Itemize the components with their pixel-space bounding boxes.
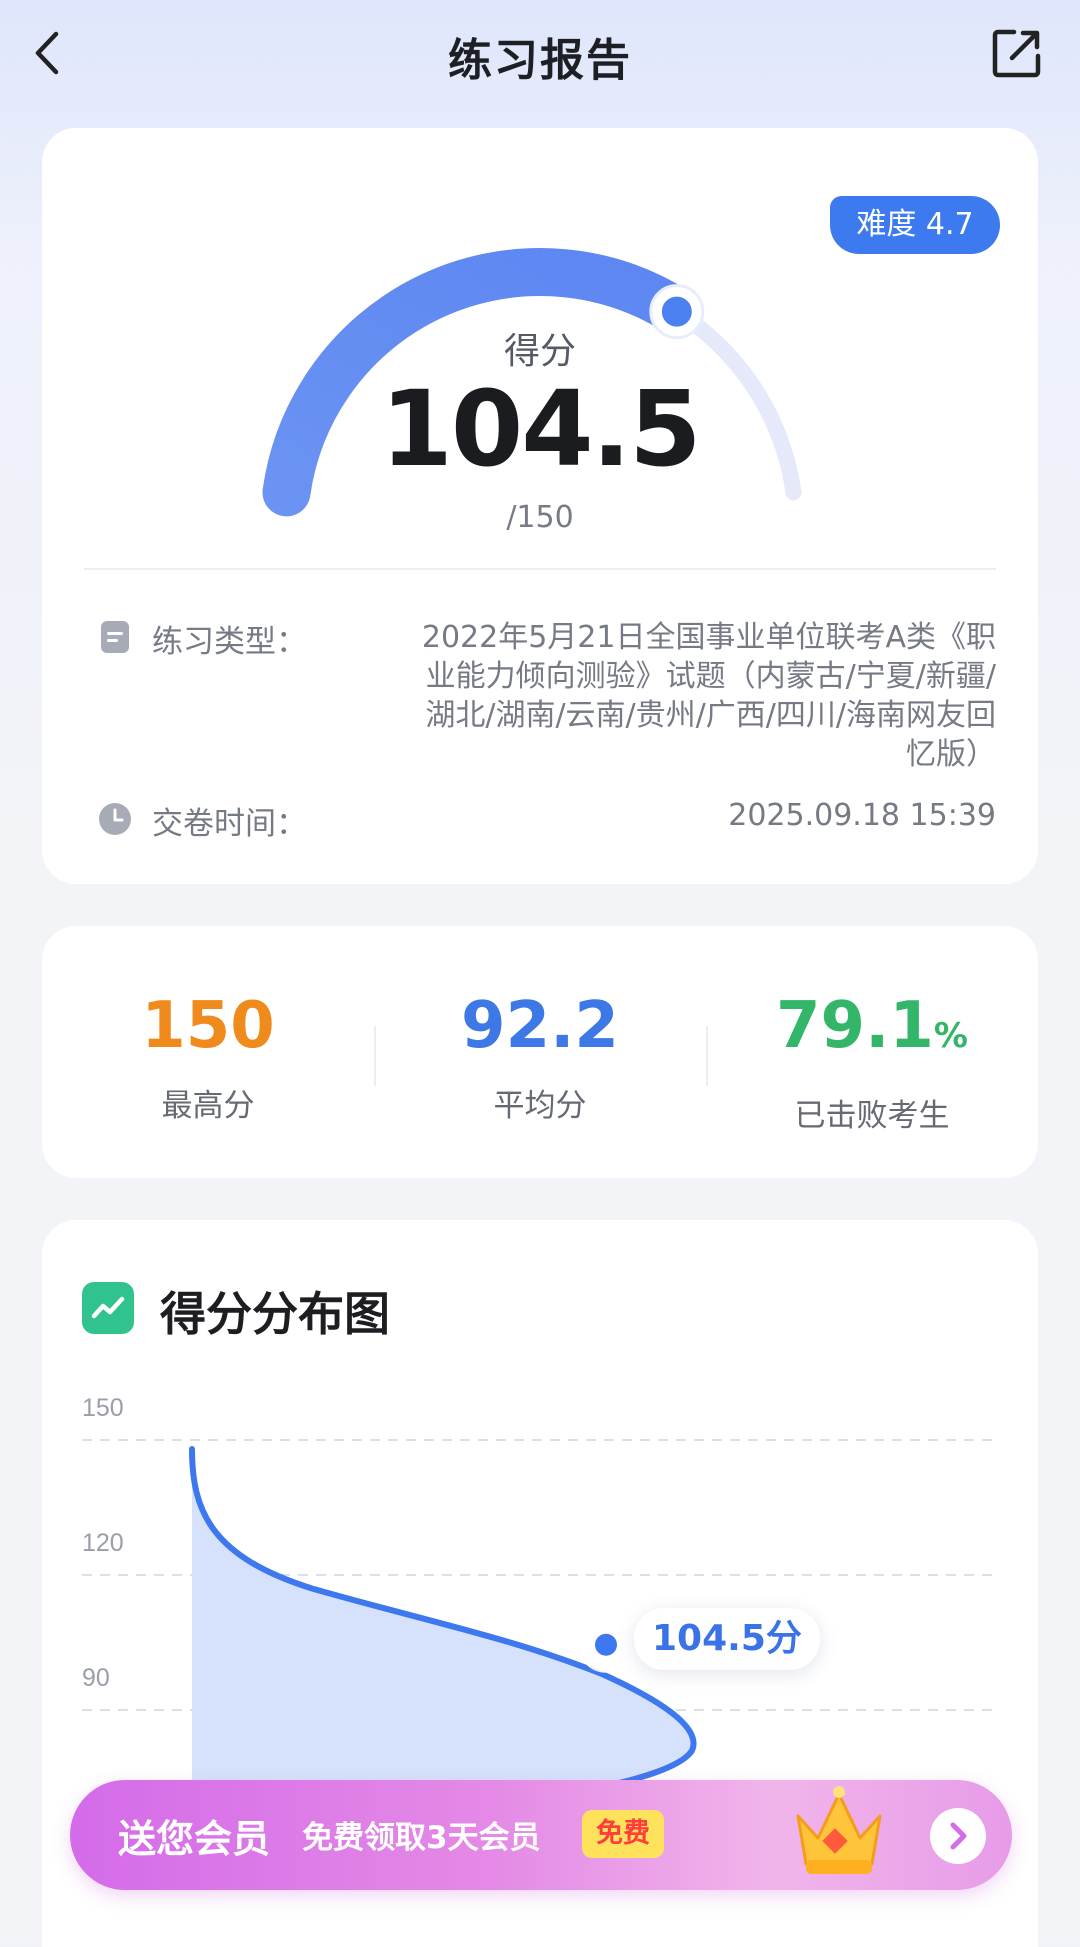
y-tick-label: 90 (82, 1664, 110, 1692)
free-badge: 免费 (582, 1810, 664, 1858)
difficulty-badge: 难度 4.7 (830, 196, 1000, 254)
stat-average-label: 平均分 (493, 1088, 587, 1124)
crown-icon (784, 1776, 894, 1884)
top-nav-bar: 练习报告 (0, 0, 1080, 110)
document-icon (98, 620, 132, 654)
score-value: 104.5 (380, 368, 702, 490)
y-tick-label: 120 (82, 1529, 124, 1557)
score-card: 难度 4.7 得分 104.5 /150 练习类型： 2022年5月21日全国事… (42, 128, 1038, 884)
stat-beaten-label: 已击败考生 (794, 1098, 950, 1134)
promo-title: 送您会员 (118, 1817, 271, 1861)
stat-beaten-value: 79.1% (776, 989, 968, 1063)
chevron-right-icon[interactable] (930, 1808, 986, 1864)
score-label: 得分 (503, 331, 576, 372)
promo-subtitle: 免费领取3天会员 (302, 1820, 541, 1856)
practice-type-value: 2022年5月21日全国事业单位联考A类《职业能力倾向测验》试题（内蒙古/宁夏/… (421, 620, 996, 772)
score-marker (595, 1633, 617, 1656)
membership-promo-banner[interactable]: 送您会员 免费领取3天会员 免费 (70, 1780, 1012, 1890)
page-title: 练习报告 (448, 35, 632, 86)
share-icon[interactable] (990, 26, 1044, 80)
practice-type-label: 练习类型： (152, 624, 307, 660)
stat-average: 92.2 平均分 (374, 988, 706, 1125)
stats-card: 150 最高分 92.2 平均分 79.1% 已击败考生 (42, 926, 1038, 1178)
score-point-label: 104.5分 (634, 1608, 820, 1670)
submit-time-label: 交卷时间： (152, 806, 307, 842)
stat-beaten: 79.1% 已击败考生 (706, 988, 1038, 1135)
stat-average-value: 92.2 (461, 989, 619, 1063)
stat-highest-label: 最高分 (161, 1088, 255, 1124)
y-tick-label: 150 (82, 1394, 124, 1422)
stat-highest: 150 最高分 (42, 988, 374, 1125)
divider (84, 568, 996, 570)
clock-icon (98, 802, 132, 836)
submit-time-value: 2025.09.18 15:39 (728, 798, 996, 833)
stat-highest-value: 150 (141, 989, 275, 1063)
score-total: /150 (506, 500, 574, 535)
